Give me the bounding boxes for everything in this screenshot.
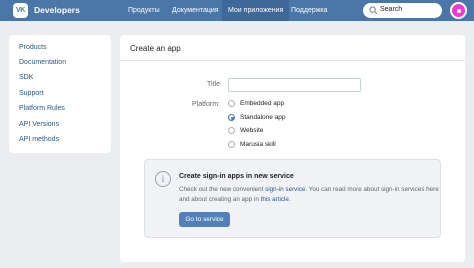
sidebar-item-products[interactable]: Products: [19, 44, 47, 51]
sidebar-item-platform-rules[interactable]: Platform Rules: [19, 105, 65, 112]
radio-standalone-app[interactable]: Standalone app: [228, 114, 286, 121]
notice-title: Create sign-in apps in new service: [179, 173, 294, 180]
avatar-image: [452, 4, 465, 17]
radio-marusia-skill[interactable]: Marusia skill: [228, 141, 276, 148]
nav-support[interactable]: Поддержка: [285, 0, 334, 21]
logo-text: VK: [15, 7, 26, 14]
sidebar-item-api-methods[interactable]: API methods: [19, 136, 59, 143]
sidebar-item-support[interactable]: Support: [19, 90, 44, 97]
go-to-service-button[interactable]: Go to service: [179, 212, 230, 227]
radio-label: Marusia skill: [240, 141, 276, 148]
title-label: Title: [207, 81, 220, 88]
sidebar-item-sdk[interactable]: SDK: [19, 74, 33, 81]
avatar[interactable]: [450, 2, 467, 19]
notice-text-part: .: [288, 195, 291, 203]
notice-text-part: Check out the new convenient: [179, 186, 266, 193]
radio-button[interactable]: [228, 100, 235, 107]
radio-button-checked[interactable]: [228, 114, 235, 121]
nav-products[interactable]: Продукты: [122, 0, 166, 21]
sidebar-item-documentation[interactable]: Documentation: [19, 59, 66, 66]
radio-embedded-app[interactable]: Embedded app: [228, 100, 284, 107]
notice-text: Check out the new convenient sign-in ser…: [179, 185, 441, 204]
nav-documentation[interactable]: Документация: [166, 0, 225, 21]
vk-logo-icon[interactable]: VK: [13, 3, 28, 18]
radio-button[interactable]: [228, 141, 235, 148]
radio-website[interactable]: Website: [228, 127, 263, 134]
search-placeholder: Search: [380, 6, 403, 13]
search-icon: [369, 6, 378, 15]
create-app-panel: Create an app Title Platform: Embedded a…: [120, 35, 465, 262]
radio-label: Embedded app: [240, 100, 285, 107]
search-input[interactable]: Search: [363, 3, 442, 18]
radio-button[interactable]: [228, 127, 235, 134]
this-article-link[interactable]: this article: [261, 196, 289, 203]
panel-header: Create an app: [120, 35, 465, 61]
platform-label: Platform:: [191, 101, 220, 108]
radio-label: Website: [240, 127, 264, 134]
page-title: Create an app: [130, 44, 181, 53]
sidebar: Products Documentation SDK Support Platf…: [9, 35, 111, 153]
title-input[interactable]: [228, 78, 361, 92]
sign-in-service-notice: i Create sign-in apps in new service Che…: [144, 159, 441, 238]
sidebar-item-api-versions[interactable]: API Versions: [19, 121, 59, 128]
top-navigation-bar: VK Developers Продукты Документация Мои …: [0, 0, 474, 21]
info-icon: i: [155, 171, 171, 187]
brand-name[interactable]: Developers: [34, 5, 80, 15]
radio-label: Standalone app: [240, 114, 286, 121]
nav-my-apps[interactable]: Мои приложения: [222, 0, 290, 21]
sign-in-service-link[interactable]: sign-in service: [265, 186, 305, 193]
avatar-glyph-icon: [456, 8, 461, 13]
